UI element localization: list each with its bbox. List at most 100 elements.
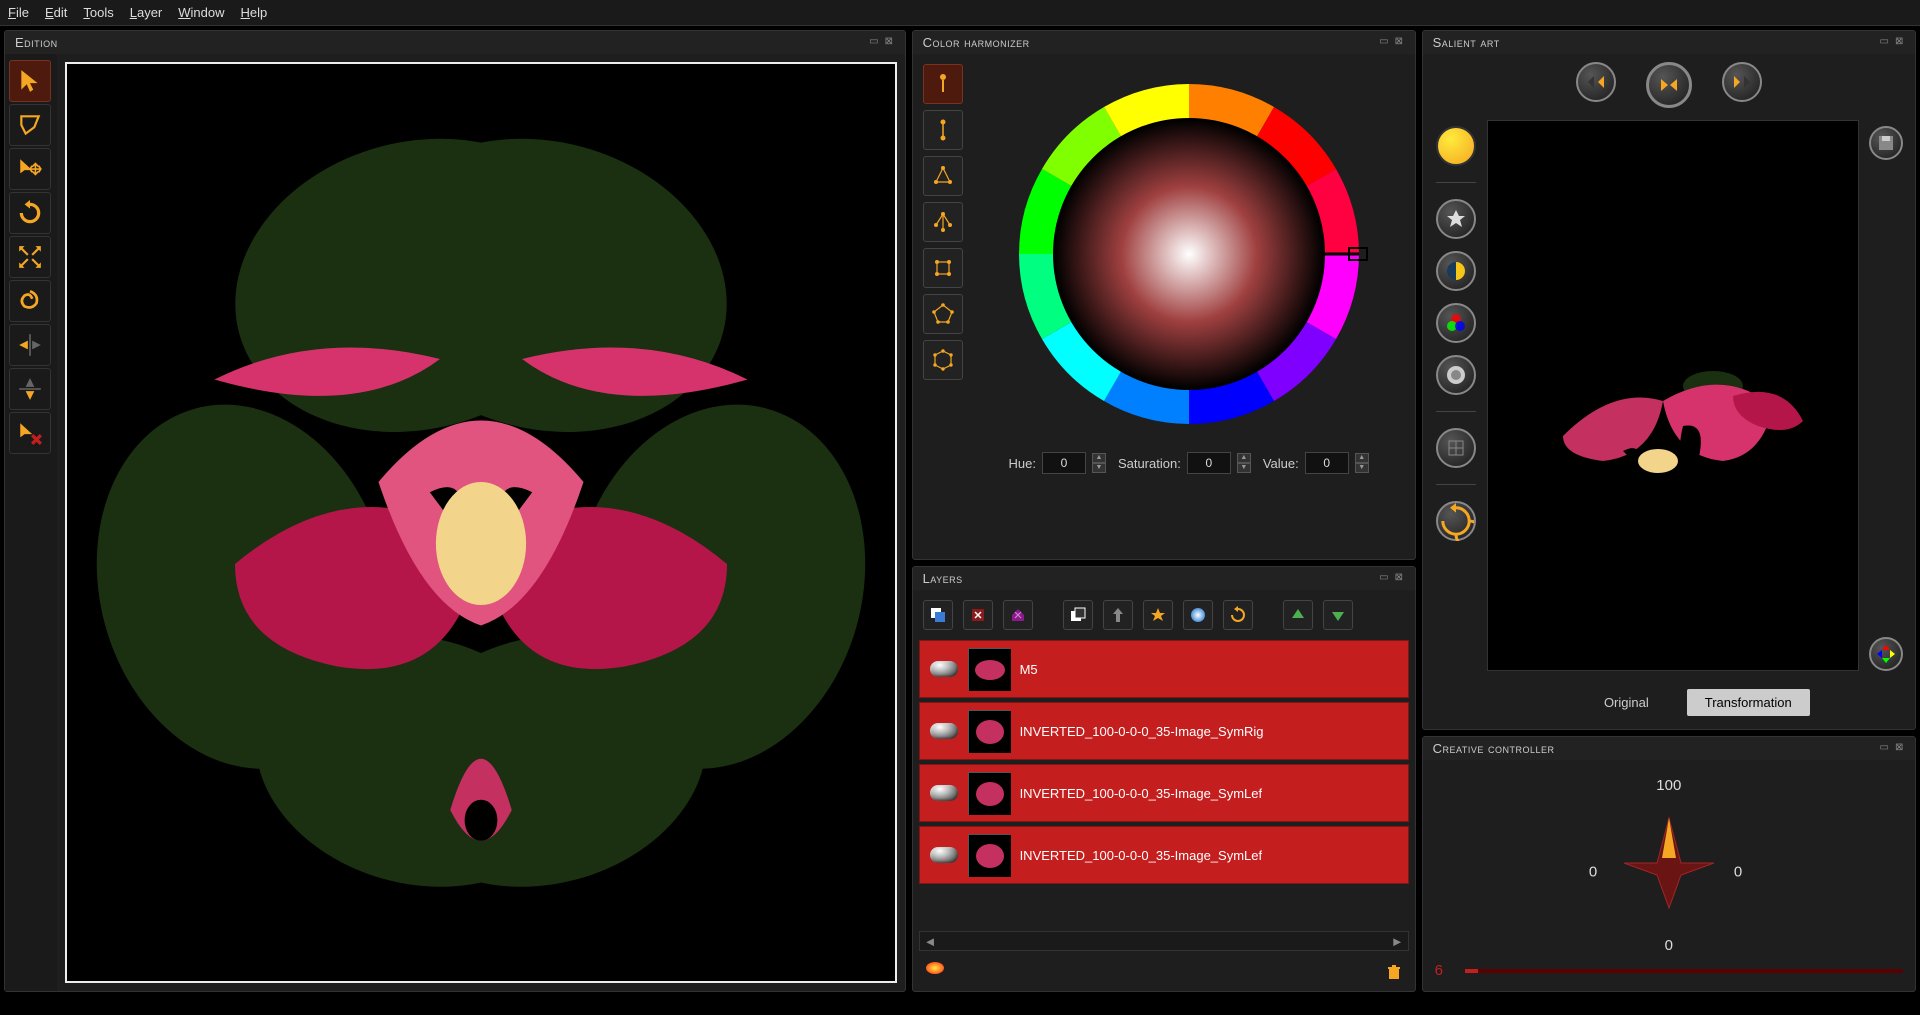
flip-vertical-tool[interactable]	[9, 368, 51, 410]
salient-mode-sidebar	[1431, 120, 1481, 671]
mono-scheme[interactable]	[923, 64, 963, 104]
hue-input[interactable]	[1042, 452, 1086, 474]
swirl-tool[interactable]	[9, 280, 51, 322]
hue-spinner[interactable]: ▲▼	[1092, 453, 1106, 473]
star-left-value: 0	[1589, 864, 1597, 881]
panel-minimize-icon[interactable]: ▭	[1879, 743, 1890, 754]
visibility-toggle-icon[interactable]	[930, 785, 958, 801]
color-harmonizer-title: Color harmonizer	[923, 35, 1030, 50]
panel-close-icon[interactable]: ⊠	[884, 37, 895, 48]
grid-mode-button[interactable]	[1436, 428, 1476, 468]
layer-name: INVERTED_100-0-0-0_35-Image_SymLef	[1020, 848, 1263, 863]
layer-row[interactable]: INVERTED_100-0-0-0_35-Image_SymLef	[919, 826, 1409, 884]
panel-minimize-icon[interactable]: ▭	[869, 37, 880, 48]
save-preview-button[interactable]	[1869, 126, 1903, 160]
canvas[interactable]	[65, 62, 897, 983]
star-mode-button[interactable]	[1436, 199, 1476, 239]
chrome-mode-button[interactable]	[1436, 355, 1476, 395]
pointer-tool[interactable]	[9, 60, 51, 102]
trash-button[interactable]	[1385, 963, 1403, 984]
color-wheel[interactable]	[999, 64, 1379, 444]
triad-scheme[interactable]	[923, 156, 963, 196]
delete-layer-button[interactable]	[963, 600, 993, 630]
layer-thumbnail	[968, 772, 1010, 814]
panel-close-icon[interactable]: ⊠	[1394, 37, 1405, 48]
pentagon-scheme[interactable]	[923, 294, 963, 334]
layers-title: Layers	[923, 571, 963, 586]
hue-label: Hue:	[1008, 456, 1035, 471]
edition-title: Edition	[15, 35, 58, 50]
creative-controller-panel: Creative controller ▭ ⊠ 100 0 0 0	[1422, 736, 1916, 992]
saturation-input[interactable]	[1187, 452, 1231, 474]
visibility-toggle-icon[interactable]	[930, 847, 958, 863]
reset-layer-button[interactable]	[1223, 600, 1253, 630]
layer-row[interactable]: INVERTED_100-0-0-0_35-Image_SymLef	[919, 764, 1409, 822]
move-up-button[interactable]	[1283, 600, 1313, 630]
merge-layer-button[interactable]	[1103, 600, 1133, 630]
panel-close-icon[interactable]: ⊠	[1894, 37, 1905, 48]
split-mode-button[interactable]	[1436, 251, 1476, 291]
layer-name: INVERTED_100-0-0-0_35-Image_SymLef	[1020, 786, 1263, 801]
hexagon-scheme[interactable]	[923, 340, 963, 380]
panel-minimize-icon[interactable]: ▭	[1379, 573, 1390, 584]
salient-preview[interactable]	[1487, 120, 1859, 671]
effects-layer-button[interactable]	[1143, 600, 1173, 630]
scale-tool[interactable]	[9, 236, 51, 278]
transformation-tab[interactable]: Transformation	[1687, 689, 1810, 716]
harmony-scheme-toolbar	[923, 64, 963, 474]
separator	[1436, 182, 1476, 183]
reset-variation-button[interactable]	[1646, 62, 1692, 108]
new-layer-button[interactable]	[923, 600, 953, 630]
cycle-button[interactable]	[1436, 501, 1476, 541]
next-variation-button[interactable]	[1722, 62, 1762, 102]
layers-list: M5 INVERTED_100-0-0-0_35-Image_SymRig IN…	[913, 640, 1415, 927]
menu-file[interactable]: File	[8, 5, 29, 20]
flip-horizontal-tool[interactable]	[9, 324, 51, 366]
menu-edit[interactable]: Edit	[45, 5, 67, 20]
copy-layer-button[interactable]	[1063, 600, 1093, 630]
panel-minimize-icon[interactable]: ▭	[1379, 37, 1390, 48]
layer-thumbnail	[968, 710, 1010, 752]
creative-star-control[interactable]: 100 0 0 0	[1435, 772, 1903, 954]
panel-minimize-icon[interactable]: ▭	[1879, 37, 1890, 48]
value-input[interactable]	[1305, 452, 1349, 474]
menu-window[interactable]: Window	[178, 5, 224, 20]
split-scheme[interactable]	[923, 202, 963, 242]
layer-row[interactable]: M5	[919, 640, 1409, 698]
creative-slider[interactable]	[1465, 969, 1903, 973]
separator	[1436, 484, 1476, 485]
prev-variation-button[interactable]	[1576, 62, 1616, 102]
menu-tools[interactable]: Tools	[83, 5, 113, 20]
menu-help[interactable]: Help	[241, 5, 268, 20]
hue-wheel-button[interactable]	[1869, 637, 1903, 671]
scroll-left-icon[interactable]: ◄	[924, 934, 937, 949]
val-spinner[interactable]: ▲▼	[1355, 453, 1369, 473]
lasso-tool[interactable]	[9, 104, 51, 146]
complementary-scheme[interactable]	[923, 110, 963, 150]
panel-close-icon[interactable]: ⊠	[1394, 573, 1405, 584]
edition-toolbar	[5, 54, 57, 991]
original-tab[interactable]: Original	[1586, 689, 1667, 716]
salient-art-title: Salient art	[1433, 35, 1500, 50]
layer-effects-button[interactable]	[925, 961, 959, 985]
rgb-mode-button[interactable]	[1436, 303, 1476, 343]
move-down-button[interactable]	[1323, 600, 1353, 630]
visibility-toggle-icon[interactable]	[930, 723, 958, 739]
scroll-right-icon[interactable]: ►	[1391, 934, 1404, 949]
delete-tool[interactable]	[9, 412, 51, 454]
color-layer-button[interactable]	[1183, 600, 1213, 630]
horizontal-scrollbar[interactable]: ◄ ►	[919, 931, 1409, 951]
square-scheme[interactable]	[923, 248, 963, 288]
menu-layer[interactable]: Layer	[130, 5, 163, 20]
panel-close-icon[interactable]: ⊠	[1894, 743, 1905, 754]
star-top-value: 100	[1656, 777, 1681, 794]
layer-thumbnail	[968, 834, 1010, 876]
gold-mode-button[interactable]	[1436, 126, 1476, 166]
rotate-tool[interactable]	[9, 192, 51, 234]
duplicate-layer-button[interactable]	[1003, 600, 1033, 630]
sat-spinner[interactable]: ▲▼	[1237, 453, 1251, 473]
layer-row[interactable]: INVERTED_100-0-0-0_35-Image_SymRig	[919, 702, 1409, 760]
move-tool[interactable]	[9, 148, 51, 190]
visibility-toggle-icon[interactable]	[930, 661, 958, 677]
separator	[1436, 411, 1476, 412]
